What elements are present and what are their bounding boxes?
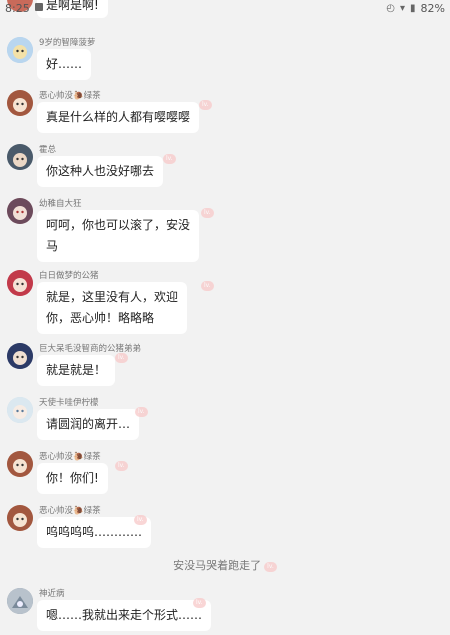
chat-area: 是啊是啊! 9岁的智障菠萝 好…… 恶心帅没🐌绿茶 真是什么样的人都有嘤嘤嘤 l… [0,0,450,635]
avatar-face-icon [7,588,33,614]
sender-name: 霍总 [39,145,57,155]
sender-name: 神近病 [39,589,65,599]
status-time: 8:25 [5,2,30,15]
avatar-face-icon [7,451,33,477]
message-bubble[interactable]: 好…… [37,49,92,80]
sender-name: 恶心帅没🐌绿茶 [39,506,101,516]
avatar-face-icon [7,37,33,63]
battery-level: 82% [420,2,445,15]
avatar[interactable] [7,397,33,423]
message-text: 呜呜呜呜………… [46,525,143,539]
avatar-face-icon [7,270,33,296]
level-badge: lv. [201,281,214,291]
message-text: 你这种人也没好哪去 [46,164,155,178]
message-text: 就是就是！ [46,363,107,377]
message-text: 真是什么样的人都有嘤嘤嘤 [46,110,191,124]
message-bubble[interactable]: 请圆润的离开… [37,409,140,440]
level-badge: lv. [115,353,128,363]
message-bubble[interactable]: 嗯……我就出来走个形式…… [37,600,212,631]
sender-name: 恶心帅没🐌绿茶 [39,91,101,101]
message-text: 嗯……我就出来走个形式…… [46,608,203,622]
avatar-face-icon [7,198,33,224]
level-badge: lv. [201,208,214,218]
avatar[interactable] [7,505,33,531]
level-badge: lv. [135,407,148,417]
avatar[interactable] [7,451,33,477]
avatar-face-icon [7,505,33,531]
sender-name: 巨大呆毛没智商的公猪弟弟 [39,344,142,354]
avatar[interactable] [7,144,33,170]
message-text-line: 你，恶心帅！略略略 [46,311,155,325]
sender-name: 幼稚自大狂 [39,199,82,209]
level-badge: lv. [134,515,147,525]
sender-name: 天使卡哇伊柠檬 [39,398,99,408]
message-bubble[interactable]: 你！你们! [37,463,108,494]
sender-name: 恶心帅没🐌绿茶 [39,452,101,462]
battery-icon: ▮ [410,3,416,14]
message-bubble[interactable]: 你这种人也没好哪去 [37,156,164,187]
sender-name: 白日做梦的公猪 [39,271,99,281]
level-badge: lv. [193,598,206,608]
system-message: 安没马哭着跑走了 lv. [0,557,450,573]
avatar[interactable] [7,343,33,369]
avatar-face-icon [7,90,33,116]
avatar-face-icon [7,144,33,170]
message-text: 好…… [46,57,83,71]
sender-name: 9岁的智障菠萝 [39,38,96,48]
message-text: 你！你们! [46,471,99,485]
status-icons: ◴ ▾ ▮ 82% [386,2,445,15]
avatar-face-icon [7,397,33,423]
level-badge: lv. [115,461,128,471]
avatar[interactable] [7,90,33,116]
message-text: 请圆润的离开… [46,417,131,431]
avatar[interactable] [7,198,33,224]
message-text-line: 就是，这里没有人，欢迎 [46,290,179,304]
level-badge: lv. [264,562,277,572]
wifi-icon: ▾ [400,3,406,14]
level-badge: lv. [199,100,212,110]
message-text-line: 呵呵，你也可以滚了，安没 [46,218,191,232]
notification-icon [35,3,43,11]
avatar[interactable] [7,588,33,614]
avatar[interactable] [7,270,33,296]
avatar-face-icon [7,343,33,369]
message-text-line: 马 [46,239,59,253]
system-message-text: 安没马哭着跑走了 [173,559,262,572]
alarm-icon: ◴ [386,3,395,14]
message-bubble[interactable]: 呵呵，你也可以滚了，安没 马 [37,210,200,262]
message-bubble[interactable]: 就是就是！ [37,355,116,386]
message-bubble[interactable]: 就是，这里没有人，欢迎 你，恶心帅！略略略 [37,282,188,334]
avatar[interactable] [7,37,33,63]
status-bar: 8:25 ◴ ▾ ▮ 82% [0,0,450,18]
message-bubble[interactable]: 真是什么样的人都有嘤嘤嘤 [37,102,200,133]
level-badge: lv. [163,154,176,164]
